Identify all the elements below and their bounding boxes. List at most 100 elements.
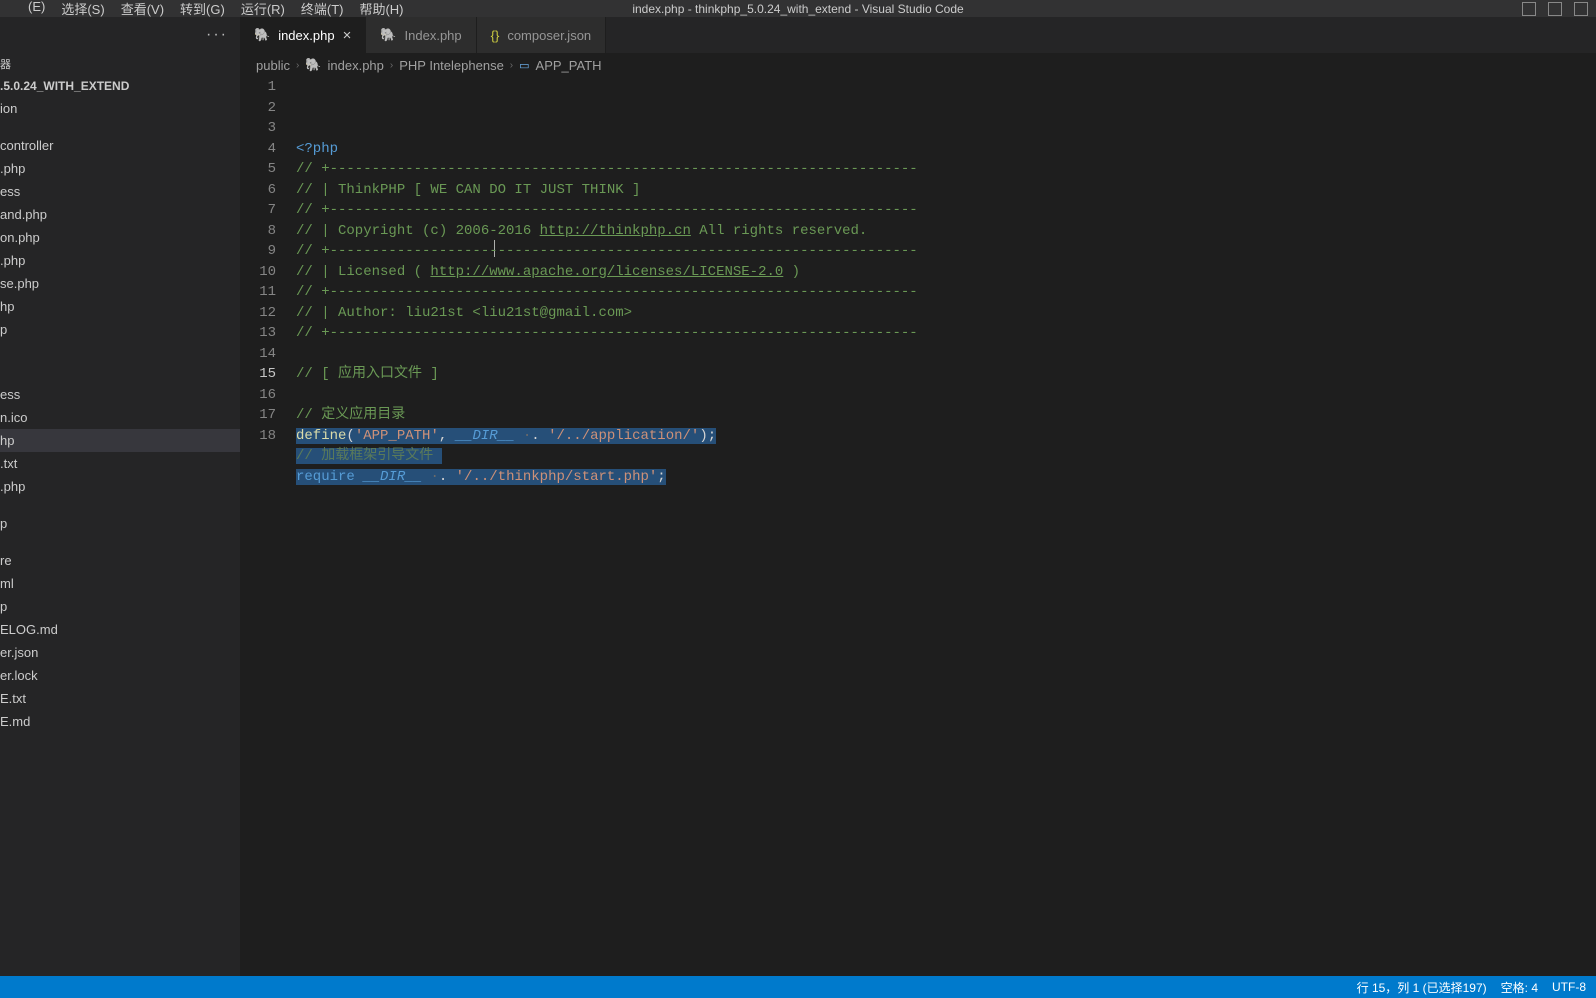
line-number: 5 bbox=[240, 159, 276, 180]
code-editor[interactable]: 123456789101112131415161718 <?php// +---… bbox=[240, 77, 1596, 976]
breadcrumb-part[interactable]: APP_PATH bbox=[536, 58, 602, 73]
sidebar-actions: ··· bbox=[0, 17, 240, 53]
file-tree-item[interactable]: ess bbox=[0, 180, 240, 203]
window-controls bbox=[1522, 2, 1588, 16]
file-tree-item[interactable]: .php bbox=[0, 249, 240, 272]
code-line[interactable]: // | ThinkPHP [ WE CAN DO IT JUST THINK … bbox=[296, 180, 1596, 201]
menu-item[interactable]: 运行(R) bbox=[233, 0, 293, 18]
line-number: 6 bbox=[240, 180, 276, 201]
code-line[interactable]: // +------------------------------------… bbox=[296, 323, 1596, 344]
menu-item[interactable]: 帮助(H) bbox=[351, 0, 411, 18]
line-number: 11 bbox=[240, 282, 276, 303]
breadcrumb-part[interactable]: public bbox=[256, 58, 290, 73]
line-number: 16 bbox=[240, 385, 276, 406]
line-number: 10 bbox=[240, 262, 276, 283]
file-tree-item[interactable]: p bbox=[0, 595, 240, 618]
layout-icon[interactable] bbox=[1548, 2, 1562, 16]
file-tree-item[interactable]: E.txt bbox=[0, 687, 240, 710]
code-line[interactable] bbox=[296, 385, 1596, 406]
status-indent[interactable]: 空格: 4 bbox=[1501, 979, 1538, 996]
layout-icon[interactable] bbox=[1574, 2, 1588, 16]
file-tree-item[interactable]: n.ico bbox=[0, 406, 240, 429]
code-line[interactable]: // +------------------------------------… bbox=[296, 159, 1596, 180]
file-tree-item[interactable]: er.json bbox=[0, 641, 240, 664]
file-tree-item[interactable]: er.lock bbox=[0, 664, 240, 687]
more-icon[interactable]: ··· bbox=[206, 26, 228, 44]
breadcrumb-part[interactable]: index.php bbox=[328, 58, 384, 73]
code-line[interactable]: require __DIR__ ·. '/../thinkphp/start.p… bbox=[296, 467, 1596, 488]
line-number: 3 bbox=[240, 118, 276, 139]
file-tree-item[interactable]: p bbox=[0, 318, 240, 341]
file-tree-item[interactable]: se.php bbox=[0, 272, 240, 295]
file-tree-item[interactable]: ion bbox=[0, 97, 240, 120]
menu-bar: (E) 选择(S) 查看(V) 转到(G) 运行(R) 终端(T) 帮助(H) bbox=[0, 0, 412, 18]
file-tree-item[interactable]: hp bbox=[0, 429, 240, 452]
code-line[interactable]: // +------------------------------------… bbox=[296, 200, 1596, 221]
tab-label: Index.php bbox=[405, 28, 462, 43]
status-cursor-pos[interactable]: 行 15，列 1 (已选择197) bbox=[1357, 979, 1487, 996]
code-line[interactable]: // 定义应用目录 bbox=[296, 405, 1596, 426]
code-line[interactable]: // +------------------------------------… bbox=[296, 282, 1596, 303]
code-line[interactable]: // [ 应用入口文件 ] bbox=[296, 364, 1596, 385]
breadcrumb-part[interactable]: PHP Intelephense bbox=[399, 58, 504, 73]
code-line[interactable]: <?php bbox=[296, 139, 1596, 160]
editor-tab[interactable]: 🐘 index.php × bbox=[240, 17, 366, 53]
line-number: 13 bbox=[240, 323, 276, 344]
code-line[interactable] bbox=[296, 487, 1596, 508]
code-content[interactable]: <?php// +-------------------------------… bbox=[296, 77, 1596, 976]
code-line[interactable]: // | Author: liu21st <liu21st@gmail.com> bbox=[296, 303, 1596, 324]
line-number: 7 bbox=[240, 200, 276, 221]
file-tree-item[interactable]: E.md bbox=[0, 710, 240, 733]
php-icon: 🐘 bbox=[305, 57, 321, 73]
code-line[interactable]: // 加载框架引导文件 bbox=[296, 446, 1596, 467]
file-tree-item[interactable]: re bbox=[0, 549, 240, 572]
code-line[interactable] bbox=[296, 344, 1596, 365]
code-line[interactable]: // | Copyright (c) 2006-2016 http://thin… bbox=[296, 221, 1596, 242]
project-name[interactable]: .5.0.24_WITH_EXTEND bbox=[0, 75, 240, 97]
tab-label: index.php bbox=[278, 28, 334, 43]
close-icon[interactable]: × bbox=[343, 27, 352, 44]
line-number: 1 bbox=[240, 77, 276, 98]
file-tree-item[interactable]: .txt bbox=[0, 452, 240, 475]
editor-tabs: 🐘 index.php × 🐘 Index.php {} composer.json bbox=[240, 17, 1596, 53]
chevron-right-icon: › bbox=[390, 60, 393, 71]
window-title: index.php - thinkphp_5.0.24_with_extend … bbox=[632, 2, 963, 16]
menu-item[interactable]: (E) bbox=[20, 0, 53, 18]
line-number: 12 bbox=[240, 303, 276, 324]
php-icon: 🐘 bbox=[380, 27, 396, 43]
editor-tab[interactable]: {} composer.json bbox=[477, 17, 607, 53]
tab-label: composer.json bbox=[507, 28, 591, 43]
file-tree-item[interactable]: ess bbox=[0, 383, 240, 406]
status-bar: 行 15，列 1 (已选择197) 空格: 4 UTF-8 bbox=[0, 976, 1596, 998]
code-line[interactable]: // | Licensed ( http://www.apache.org/li… bbox=[296, 262, 1596, 283]
file-tree-item[interactable]: p bbox=[0, 512, 240, 535]
file-tree-item[interactable]: .php bbox=[0, 157, 240, 180]
breadcrumb[interactable]: public › 🐘 index.php › PHP Intelephense … bbox=[240, 53, 1596, 77]
file-tree-item[interactable]: hp bbox=[0, 295, 240, 318]
line-number: 4 bbox=[240, 139, 276, 160]
file-tree-item[interactable]: ELOG.md bbox=[0, 618, 240, 641]
file-tree-item[interactable]: controller bbox=[0, 134, 240, 157]
line-number: 17 bbox=[240, 405, 276, 426]
file-tree-item[interactable]: on.php bbox=[0, 226, 240, 249]
menu-item[interactable]: 选择(S) bbox=[53, 0, 112, 18]
line-number: 14 bbox=[240, 344, 276, 365]
layout-icon[interactable] bbox=[1522, 2, 1536, 16]
line-number: 18 bbox=[240, 426, 276, 447]
menu-item[interactable]: 终端(T) bbox=[293, 0, 352, 18]
code-line[interactable]: // +------------------------------------… bbox=[296, 241, 1596, 262]
menu-item[interactable]: 转到(G) bbox=[172, 0, 233, 18]
sidebar-explorer: ··· 器 .5.0.24_WITH_EXTEND ioncontroller.… bbox=[0, 17, 240, 976]
file-tree-item[interactable]: .php bbox=[0, 475, 240, 498]
file-tree-item[interactable]: ml bbox=[0, 572, 240, 595]
line-number: 9 bbox=[240, 241, 276, 262]
php-icon: 🐘 bbox=[254, 27, 270, 43]
json-icon: {} bbox=[491, 28, 500, 43]
line-number: 8 bbox=[240, 221, 276, 242]
line-gutter: 123456789101112131415161718 bbox=[240, 77, 296, 976]
menu-item[interactable]: 查看(V) bbox=[113, 0, 172, 18]
status-encoding[interactable]: UTF-8 bbox=[1552, 980, 1586, 994]
code-line[interactable]: define('APP_PATH', __DIR__ ·. '/../appli… bbox=[296, 426, 1596, 447]
editor-tab[interactable]: 🐘 Index.php bbox=[366, 17, 476, 53]
file-tree-item[interactable]: and.php bbox=[0, 203, 240, 226]
